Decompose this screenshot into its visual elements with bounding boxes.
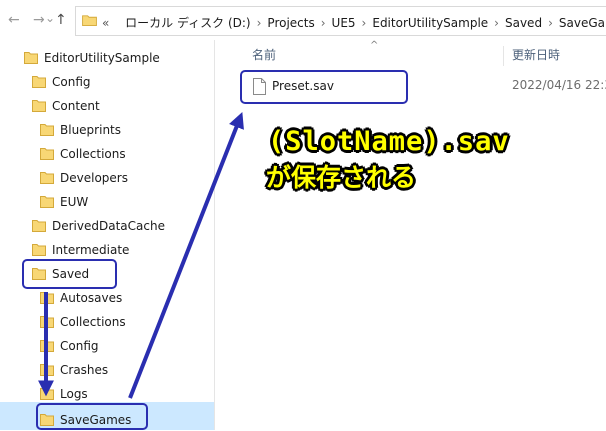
file-date: 2022/04/16 22:39: [512, 78, 606, 92]
highlight-box-savegames: [36, 403, 148, 430]
folder-icon: [40, 124, 54, 136]
tree-item-label: Content: [52, 99, 100, 113]
tree-item-label: EditorUtilitySample: [44, 51, 160, 65]
breadcrumb-item[interactable]: ローカル ディスク (D:): [125, 14, 250, 31]
callout-line-1: (SlotName).sav: [268, 126, 510, 157]
folder-icon: [32, 220, 46, 232]
folder-icon: [32, 76, 46, 88]
breadcrumb-item[interactable]: SaveGames: [559, 16, 606, 30]
folder-icon: [40, 316, 54, 328]
column-header-date[interactable]: 更新日時: [512, 40, 560, 70]
tree-item-label: EUW: [60, 195, 89, 209]
folder-icon: [40, 148, 54, 160]
breadcrumb-chevron-icon[interactable]: ›: [315, 16, 332, 30]
tree-item-label: Collections: [60, 315, 126, 329]
address-bar-area: ← → ⌄ ↑ « ローカル ディスク (D:) › Projects › UE5 › Ed…: [0, 0, 606, 40]
breadcrumb-overflow[interactable]: «: [102, 16, 109, 30]
tree-item-label: Crashes: [60, 363, 109, 377]
tree-item-label: Logs: [60, 387, 88, 401]
tree-item-label: DerivedDataCache: [52, 219, 165, 233]
highlight-box-saved: [22, 259, 117, 289]
pane-divider[interactable]: [214, 40, 215, 430]
folder-icon: [40, 340, 54, 352]
breadcrumb-chevron-icon[interactable]: ›: [542, 16, 559, 30]
tree-item-label: Developers: [60, 171, 128, 185]
folder-icon: [40, 196, 54, 208]
breadcrumb-chevron-icon[interactable]: ›: [488, 16, 505, 30]
folder-icon: [32, 244, 46, 256]
folder-icon: [32, 100, 46, 112]
tree-item-label: Blueprints: [60, 123, 122, 137]
folder-icon: [40, 388, 54, 400]
folder-icon: [40, 172, 54, 184]
folder-icon: [40, 364, 54, 376]
back-arrow-icon[interactable]: ←: [8, 11, 20, 29]
recent-locations-chevron-icon[interactable]: ⌄: [45, 9, 55, 27]
forward-arrow-icon[interactable]: →: [33, 11, 45, 29]
tree-item-label: Intermediate: [52, 243, 130, 257]
folder-icon: [82, 15, 97, 26]
folder-icon: [24, 52, 38, 64]
callout-line-2: が保存される: [266, 163, 417, 192]
tree-item-label: Autosaves: [60, 291, 123, 305]
sort-ascending-icon: ^: [370, 40, 379, 51]
breadcrumb-item[interactable]: Projects: [267, 16, 314, 30]
column-divider[interactable]: [503, 46, 504, 66]
column-header-name[interactable]: 名前: [252, 40, 276, 70]
tree-item-label: Collections: [60, 147, 126, 161]
up-arrow-icon[interactable]: ↑: [55, 11, 67, 29]
highlight-box-file: [240, 70, 408, 104]
breadcrumb-chevron-icon[interactable]: ›: [251, 16, 268, 30]
folder-icon: [40, 292, 54, 304]
tree-item-label: Config: [60, 339, 99, 353]
address-field[interactable]: « ローカル ディスク (D:) › Projects › UE5 › EditorUtil…: [75, 6, 606, 36]
breadcrumb-item[interactable]: UE5: [332, 16, 356, 30]
breadcrumb-chevron-icon[interactable]: ›: [356, 16, 373, 30]
breadcrumb-item[interactable]: EditorUtilitySample: [372, 16, 488, 30]
tree-item-label: Config: [52, 75, 91, 89]
breadcrumb-item[interactable]: Saved: [505, 16, 542, 30]
breadcrumb: « ローカル ディスク (D:) › Projects › UE5 › EditorUtil…: [102, 14, 606, 31]
